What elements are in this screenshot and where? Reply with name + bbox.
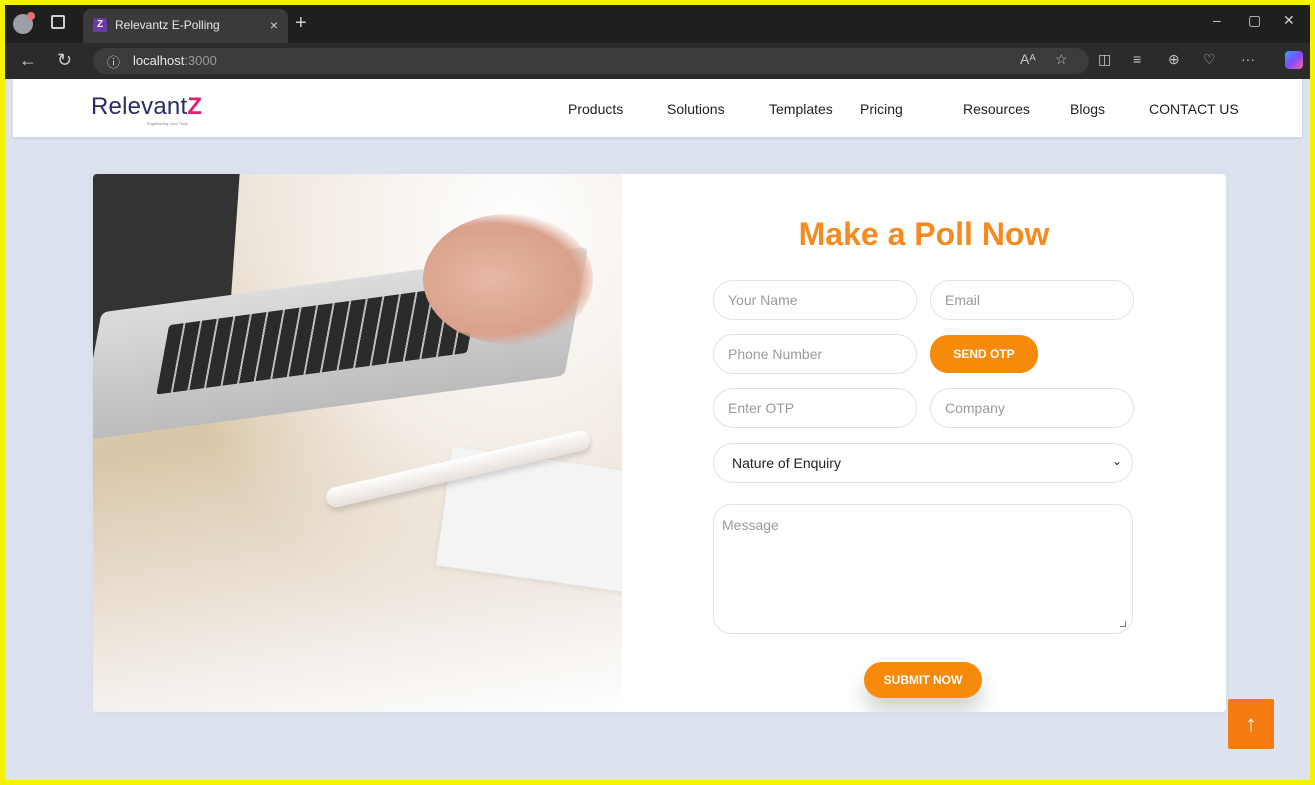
close-window-icon[interactable]: ✕ — [1283, 12, 1295, 29]
maximize-icon[interactable]: ▢ — [1248, 12, 1261, 29]
enquiry-selected-value: Nature of Enquiry — [732, 455, 841, 471]
poll-card: Make a Poll Now SEND OTP Nature of Enqui… — [93, 174, 1226, 712]
url-field[interactable]: ⓘ localhost:3000 — [93, 48, 1089, 74]
message-placeholder: Message — [722, 517, 779, 533]
url-text: localhost:3000 — [133, 53, 217, 68]
minimize-icon[interactable]: – — [1213, 12, 1221, 28]
tab-close-icon[interactable]: × — [270, 17, 278, 33]
nav-blogs[interactable]: Blogs — [1070, 101, 1105, 117]
form-title: Make a Poll Now — [798, 216, 1050, 252]
collections-icon[interactable]: ⊕ — [1168, 51, 1180, 68]
tab-bar: Z Relevantz E-Polling × + – ▢ ✕ — [5, 5, 1310, 43]
submit-button[interactable]: SUBMIT NOW — [864, 662, 982, 698]
more-menu-icon[interactable]: ··· — [1241, 51, 1255, 67]
resize-handle-icon[interactable] — [1120, 621, 1126, 627]
read-aloud-icon[interactable]: Aᴬ — [1020, 51, 1036, 67]
message-textarea[interactable]: Message — [713, 504, 1133, 634]
otp-input[interactable] — [713, 388, 917, 428]
favorites-icon[interactable]: ≡ — [1133, 51, 1141, 67]
site-header: RelevantZ Engineering. And Trust. Produc… — [13, 79, 1302, 137]
browser-essentials-icon[interactable]: ♡ — [1203, 51, 1216, 68]
enquiry-select[interactable]: Nature of Enquiry ⌄ — [713, 443, 1133, 483]
split-screen-icon[interactable]: ◫ — [1098, 51, 1111, 68]
nav-resources[interactable]: Resources — [963, 101, 1030, 117]
scroll-to-top-button[interactable]: ↑ — [1228, 699, 1274, 749]
nav-pricing[interactable]: Pricing — [860, 101, 903, 117]
relevantz-logo[interactable]: RelevantZ Engineering. And Trust. — [91, 93, 202, 126]
profile-avatar[interactable] — [13, 12, 35, 34]
browser-window: Z Relevantz E-Polling × + – ▢ ✕ ← ↻ ⓘ lo… — [5, 5, 1310, 780]
address-bar: ← ↻ ⓘ localhost:3000 Aᴬ ☆ ◫ ≡ ⊕ ♡ ··· — [5, 43, 1310, 79]
nav-templates[interactable]: Templates — [769, 101, 833, 117]
chevron-down-icon: ⌄ — [1111, 454, 1122, 468]
nav-contact-us[interactable]: CONTACT US — [1149, 101, 1239, 117]
refresh-icon[interactable]: ↻ — [57, 50, 72, 71]
name-input[interactable] — [713, 280, 917, 320]
favicon-icon: Z — [93, 18, 107, 32]
tab-actions-icon[interactable] — [51, 15, 65, 29]
phone-input[interactable] — [713, 334, 917, 374]
company-input[interactable] — [930, 388, 1134, 428]
favorite-star-icon[interactable]: ☆ — [1055, 51, 1068, 68]
tab-relevantz-epolling[interactable]: Z Relevantz E-Polling × — [83, 9, 288, 43]
tab-title: Relevantz E-Polling — [115, 18, 220, 32]
nav-solutions[interactable]: Solutions — [667, 101, 725, 117]
email-input[interactable] — [930, 280, 1134, 320]
send-otp-button[interactable]: SEND OTP — [930, 335, 1038, 373]
site-info-icon[interactable]: ⓘ — [107, 52, 120, 71]
copilot-icon[interactable] — [1285, 51, 1303, 69]
back-icon[interactable]: ← — [19, 50, 37, 71]
nav-products[interactable]: Products — [568, 101, 623, 117]
logo-tagline: Engineering. And Trust. — [147, 121, 189, 126]
hero-image-laptop — [93, 174, 622, 712]
new-tab-button[interactable]: + — [295, 12, 307, 35]
